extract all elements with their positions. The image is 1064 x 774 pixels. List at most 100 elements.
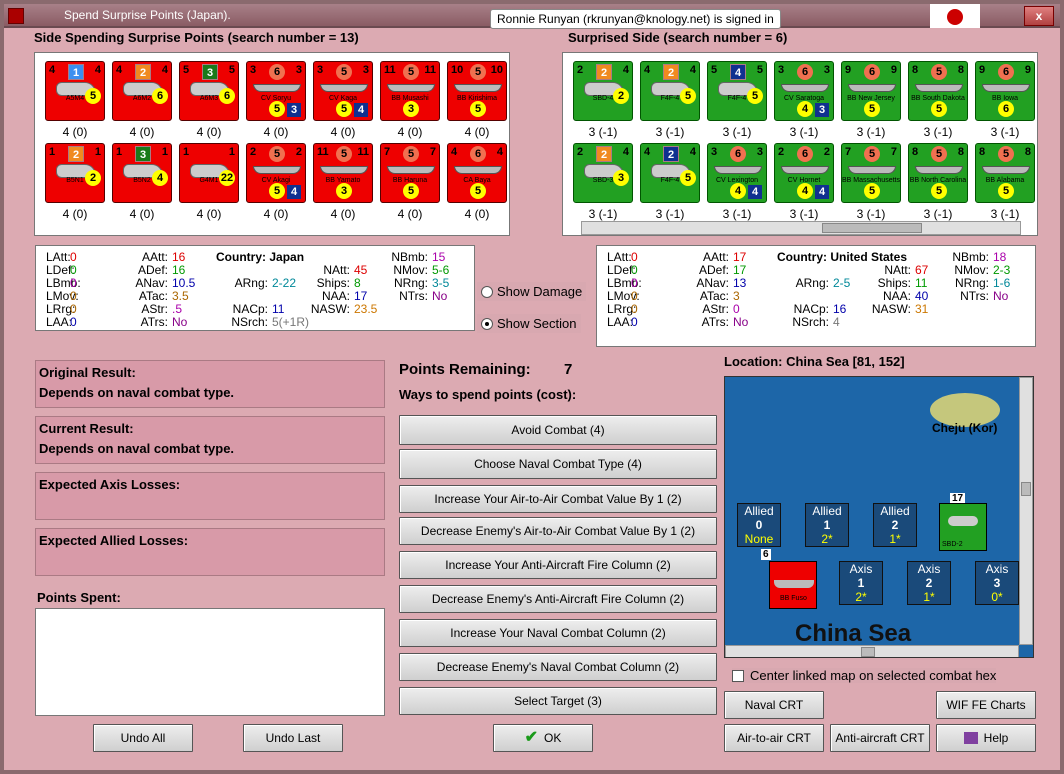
country-label: Country: United States — [777, 250, 908, 264]
left-unit-counter[interactable]: 4 4 2 A6M2 6 — [112, 61, 172, 121]
help-book-icon — [963, 732, 978, 744]
left-unit-counter[interactable]: 1 1 G4M1 22 — [179, 143, 239, 203]
right-unit-counter[interactable]: 8 8 5 BB Alabama 5 — [975, 143, 1035, 203]
action-button-3[interactable]: Decrease Enemy's Air-to-Air Combat Value… — [399, 517, 717, 545]
action-button-1[interactable]: Choose Naval Combat Type (4) — [399, 449, 717, 479]
right-unit-counter[interactable]: 9 9 6 BB New Jersey 5 — [841, 61, 901, 121]
right-unit-counter[interactable]: 8 8 5 BB South Dakota 5 — [908, 61, 968, 121]
left-unit-counter[interactable]: 3 3 5 CV Kaga 5 4 — [313, 61, 373, 121]
wif-charts-button[interactable]: WIF FE Charts — [936, 691, 1036, 719]
allied-map-unit[interactable]: SBD-2 — [939, 503, 987, 551]
sea-label: China Sea — [795, 620, 912, 647]
unit-bottom-value: 5 — [864, 101, 880, 117]
allied-hex-box[interactable]: Allied 1 2* — [805, 503, 849, 547]
points-spent-list[interactable] — [35, 608, 385, 716]
axis-hex-box[interactable]: Axis 1 2* — [839, 561, 883, 605]
unit-top-right-value: 3 — [295, 64, 302, 76]
right-unit-counter[interactable]: 2 4 2 SBD-4 2 — [573, 61, 633, 121]
action-button-6[interactable]: Increase Your Naval Combat Column (2) — [399, 619, 717, 647]
action-button-7[interactable]: Decrease Enemy's Naval Combat Column (2) — [399, 653, 717, 681]
close-button[interactable]: x — [1024, 6, 1054, 26]
expected-axis-losses-box: Expected Axis Losses: — [35, 472, 385, 520]
right-unit-counter[interactable]: 3 3 6 CV Saratoga 4 3 — [774, 61, 834, 121]
axis-hex-box[interactable]: Axis 2 1* — [907, 561, 951, 605]
unit-count-label: 3 (-1) — [655, 207, 685, 221]
hex-label: Axis — [849, 562, 873, 576]
unit-top-center-value: 6 — [470, 146, 486, 162]
naval-crt-button[interactable]: Naval CRT — [724, 691, 824, 719]
stat-label-arng: ARng: — [234, 276, 268, 290]
allied-hex-box[interactable]: Allied 2 1* — [873, 503, 917, 547]
left-unit-counter[interactable]: 4 4 1 A5M4 5 — [45, 61, 105, 121]
right-unit-counter[interactable]: 4 4 2 F4F-4 5 — [640, 61, 700, 121]
anti-aircraft-crt-button[interactable]: Anti-aircraft CRT — [830, 724, 930, 752]
unit-top-left-value: 9 — [845, 64, 852, 76]
checkmark-icon: ✔ — [524, 729, 539, 746]
unit-top-right-value: 4 — [161, 64, 168, 76]
axis-map-unit[interactable]: BB Fuso — [769, 561, 817, 609]
left-unit-counter[interactable]: 4 4 6 CA Baya 5 — [447, 143, 507, 203]
ship-icon — [454, 84, 502, 92]
unit-bottom-value: 5 — [931, 101, 947, 117]
map-vertical-scrollbar[interactable] — [1019, 377, 1033, 645]
axis-hex-box[interactable]: Axis 3 0* — [975, 561, 1019, 605]
island-label: Cheju (Kor) — [932, 421, 998, 435]
left-unit-counter[interactable]: 2 2 5 CV Akagi 5 4 — [246, 143, 306, 203]
unit-count-label: 4 (0) — [464, 125, 490, 139]
unit-top-left-value: 5 — [711, 64, 718, 76]
unit-top-left-value: 1 — [116, 146, 123, 158]
action-button-5[interactable]: Decrease Enemy's Anti-Aircraft Fire Colu… — [399, 585, 717, 613]
unit-top-left-value: 3 — [711, 146, 718, 158]
stat-value-arng: 2-5 — [833, 276, 851, 290]
right-unit-counter[interactable]: 9 9 6 BB Iowa 6 — [975, 61, 1035, 121]
unit-top-right-value: 3 — [362, 64, 369, 76]
unit-top-right-value: 1 — [94, 146, 101, 158]
undo-last-button[interactable]: Undo Last — [243, 724, 343, 752]
allied-hex-box[interactable]: Allied 0 None — [737, 503, 781, 547]
points-spent-label: Points Spent: — [37, 590, 121, 605]
left-unit-counter[interactable]: 11 11 5 BB Yamato 3 — [313, 143, 373, 203]
right-unit-counter[interactable]: 7 7 5 BB Massachusetts 5 — [841, 143, 901, 203]
left-unit-counter[interactable]: 1 1 2 B5N1 2 — [45, 143, 105, 203]
hex-sub: 2* — [855, 590, 867, 604]
expected-allied-losses-label: Expected Allied Losses: — [39, 533, 189, 548]
undo-all-button[interactable]: Undo All — [93, 724, 193, 752]
help-button[interactable]: Help — [936, 724, 1036, 752]
china-sea-map[interactable]: Cheju (Kor) China Sea Allied 0 None Allied 1… — [724, 376, 1034, 658]
ok-button[interactable]: ✔ OK — [493, 724, 593, 752]
left-unit-counter[interactable]: 7 7 5 BB Haruna 5 — [380, 143, 440, 203]
action-button-0[interactable]: Avoid Combat (4) — [399, 415, 717, 445]
unit-movement-value: 2 — [85, 170, 101, 186]
unit-top-left-value: 7 — [845, 146, 852, 158]
right-unit-counter[interactable]: 8 8 5 BB North Carolina 5 — [908, 143, 968, 203]
left-unit-counter[interactable]: 3 3 6 CV Soryu 5 3 — [246, 61, 306, 121]
unit-top-left-value: 3 — [778, 64, 785, 76]
unit-top-left-value: 4 — [644, 146, 651, 158]
show-section-radio[interactable]: Show Section — [477, 314, 581, 333]
left-unit-counter[interactable]: 1 1 3 B5N2 4 — [112, 143, 172, 203]
left-unit-counter[interactable]: 11 11 5 BB Musashi 3 — [380, 61, 440, 121]
hex-label: Allied — [880, 504, 910, 518]
right-unit-counter[interactable]: 2 4 2 SBD-3 3 — [573, 143, 633, 203]
units-horizontal-scrollbar[interactable] — [581, 221, 1021, 235]
stat-value-nasw: 31 — [915, 302, 929, 316]
center-linked-map-checkbox[interactable]: Center linked map on selected combat hex — [732, 668, 997, 683]
unit-top-left-value: 4 — [644, 64, 651, 76]
action-button-2[interactable]: Increase Your Air-to-Air Combat Value By… — [399, 485, 717, 513]
right-unit-counter[interactable]: 4 4 2 F4F-4 5 — [640, 143, 700, 203]
unit-top-right-value: 11 — [357, 146, 369, 158]
air-to-air-crt-button[interactable]: Air-to-air CRT — [724, 724, 824, 752]
unit-top-left-value: 5 — [183, 64, 190, 76]
stat-value-ntrs: No — [993, 289, 1009, 303]
show-damage-radio[interactable]: Show Damage — [477, 282, 587, 301]
left-unit-counter[interactable]: 10 10 5 BB Kirishima 5 — [447, 61, 507, 121]
action-button-8[interactable]: Select Target (3) — [399, 687, 717, 715]
right-unit-counter[interactable]: 3 3 6 CV Lexington 4 4 — [707, 143, 767, 203]
title-bar: Spend Surprise Points (Japan). Ronnie Ru… — [4, 4, 1060, 29]
right-unit-counter[interactable]: 5 5 4 F4F-4 5 — [707, 61, 767, 121]
left-unit-counter[interactable]: 5 5 3 A6M3 6 — [179, 61, 239, 121]
current-result-value: Depends on naval combat type. — [39, 441, 235, 456]
action-button-4[interactable]: Increase Your Anti-Aircraft Fire Column … — [399, 551, 717, 579]
map-horizontal-scrollbar[interactable] — [725, 645, 1019, 657]
right-unit-counter[interactable]: 2 2 6 CV Hornet 4 4 — [774, 143, 834, 203]
